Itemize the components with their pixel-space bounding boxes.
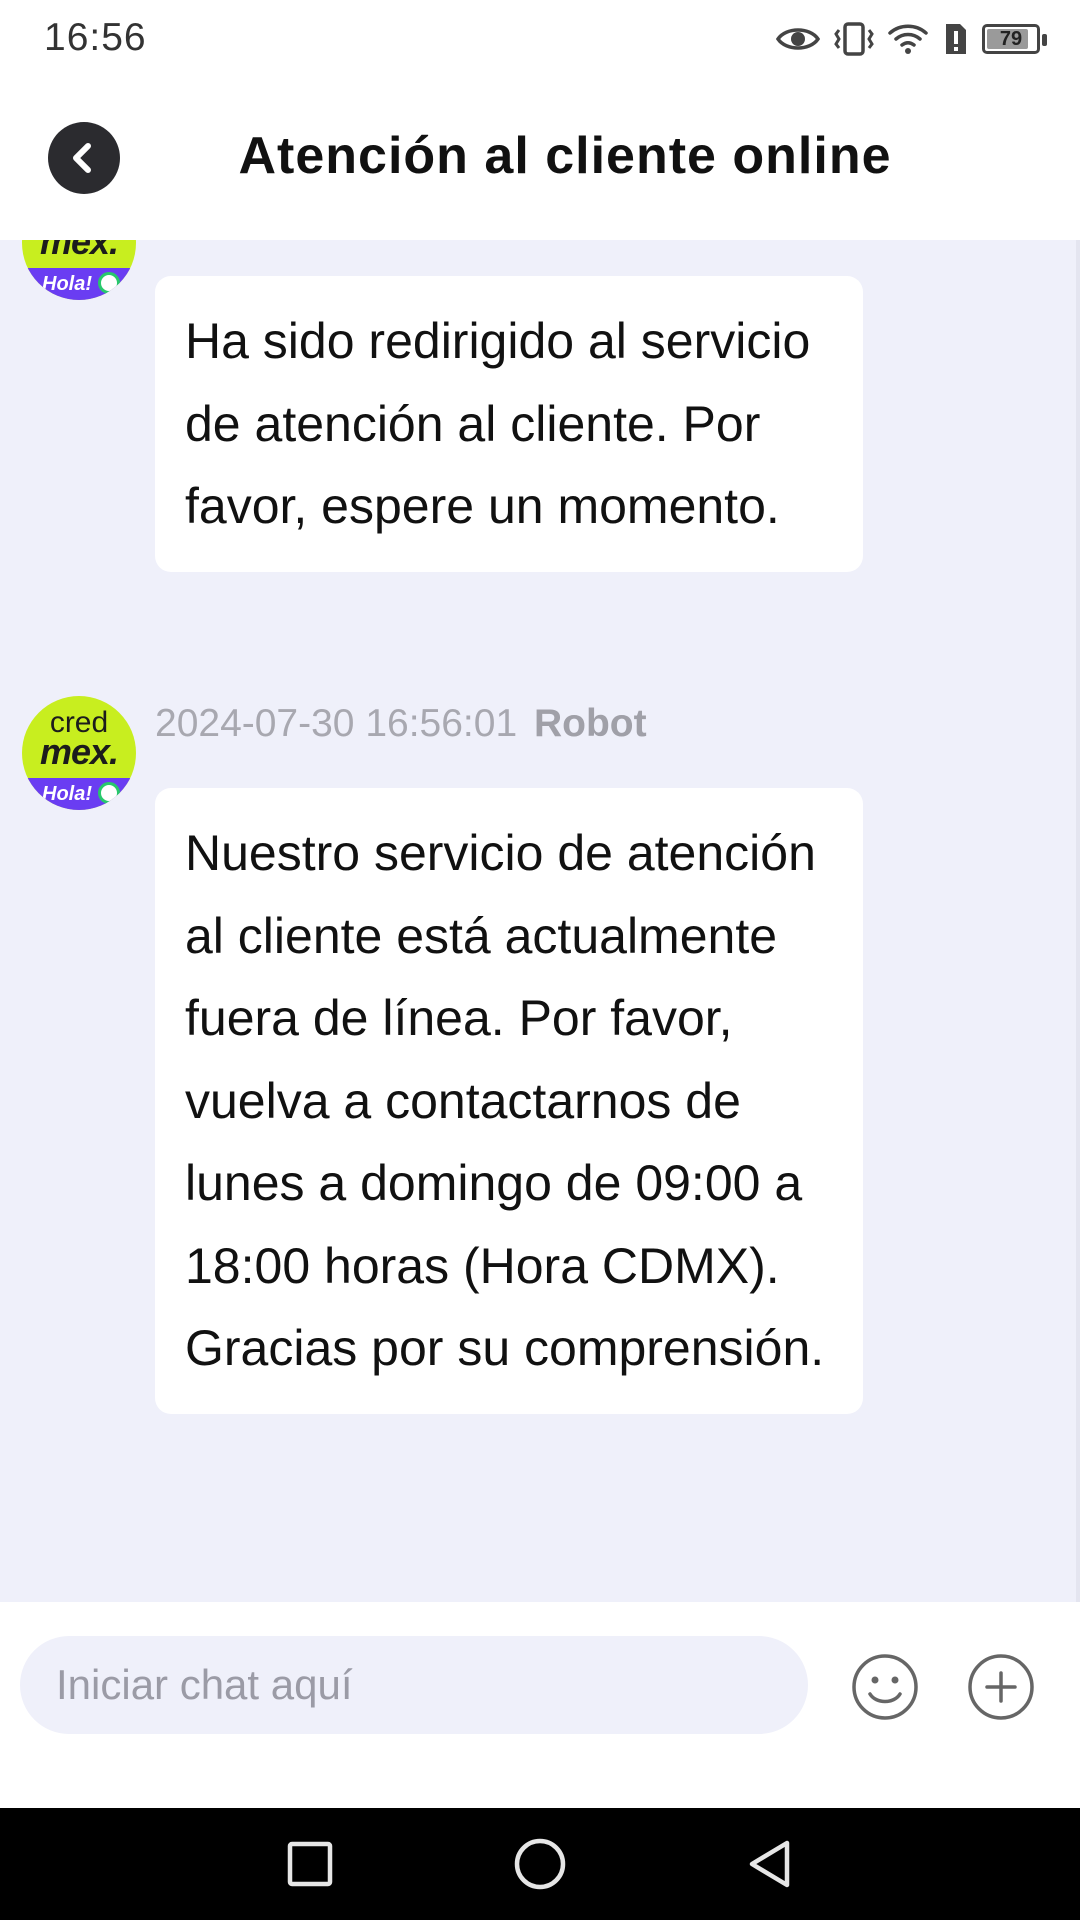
status-time: 16:56 [44, 16, 147, 59]
back-button[interactable] [48, 122, 120, 194]
avatar-badge-dot [98, 272, 120, 294]
home-button[interactable] [510, 1834, 570, 1894]
status-bar: 16:56 79 [0, 0, 1080, 78]
system-back-button[interactable] [740, 1834, 800, 1894]
navigation-bar [0, 1808, 1080, 1920]
avatar-badge-dot [98, 782, 120, 804]
status-icons: 79 [776, 14, 1047, 64]
header: Atención al cliente online [0, 78, 1080, 240]
vibrate-icon [834, 22, 874, 56]
chat-input[interactable] [20, 1636, 808, 1734]
alert-icon [942, 22, 968, 56]
eye-icon [776, 24, 820, 54]
message-bubble[interactable]: Nuestro servicio de atención al cliente … [155, 788, 863, 1414]
avatar: cred mex. Hola! [22, 240, 136, 300]
emoji-button[interactable] [850, 1652, 920, 1722]
battery-level: 79 [999, 27, 1023, 50]
chat-area[interactable]: cred mex. Hola! Ha sido redirigido al se… [0, 240, 1080, 1602]
smiley-icon [852, 1654, 918, 1720]
avatar: cred mex. Hola! [22, 696, 136, 810]
message-timestamp: 2024-07-30 16:56:01 [155, 702, 518, 745]
back-icon [749, 1840, 790, 1888]
message-sender: Robot [533, 702, 647, 745]
home-icon [514, 1838, 566, 1890]
wifi-icon [888, 23, 928, 55]
plus-button[interactable] [966, 1652, 1036, 1722]
message-meta: 2024-07-30 16:56:01 Robot [155, 702, 647, 746]
page-title: Atención al cliente online [238, 127, 892, 185]
avatar-logo-text: mex. [39, 240, 119, 262]
plus-circle-icon [968, 1654, 1034, 1720]
recent-apps-button[interactable] [280, 1834, 340, 1894]
avatar-logo-text: mex. [39, 731, 119, 772]
message-bubble[interactable]: Ha sido redirigido al servicio de atenci… [155, 276, 863, 572]
chevron-left-icon [73, 143, 91, 173]
recent-apps-icon [287, 1841, 333, 1887]
input-bar [0, 1602, 1080, 1808]
battery-icon: 79 [982, 24, 1047, 54]
